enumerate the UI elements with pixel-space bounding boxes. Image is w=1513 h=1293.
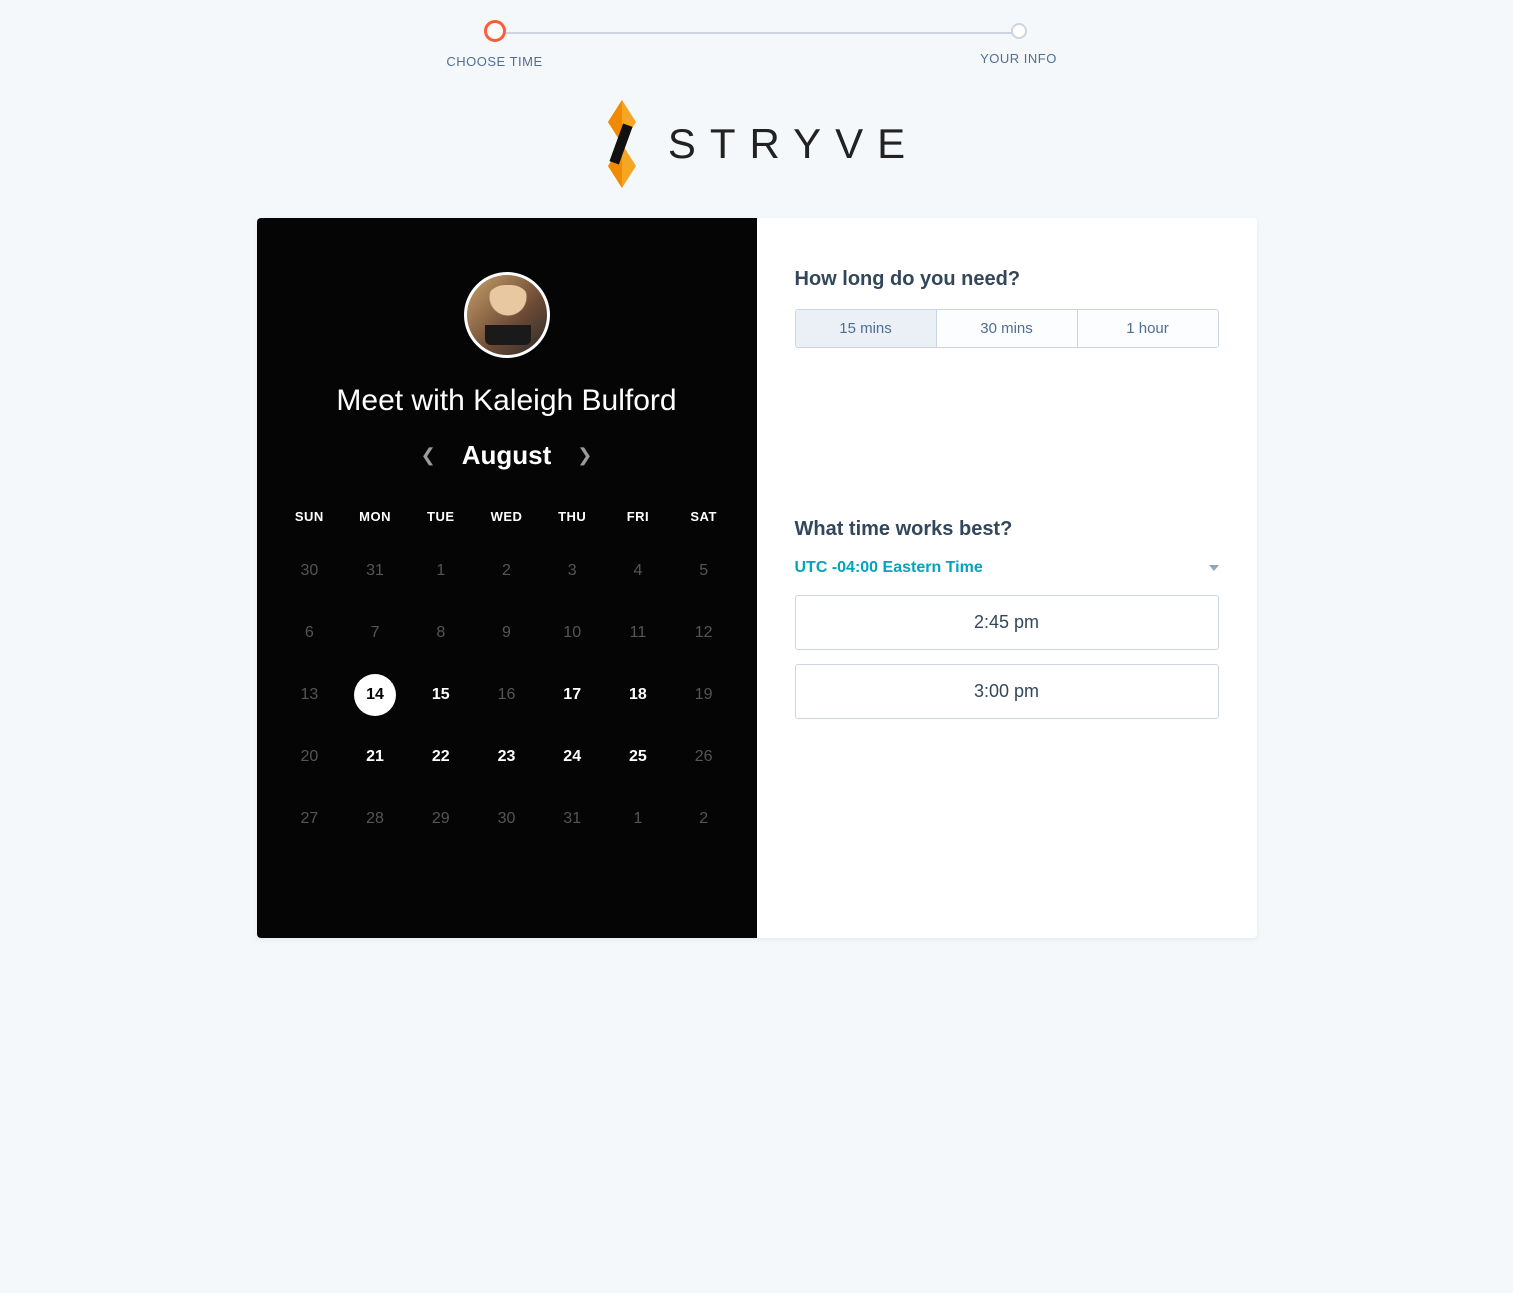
calendar-day: 1 — [408, 540, 474, 602]
calendar-day: 8 — [408, 602, 474, 664]
prev-month-button[interactable]: ❮ — [415, 441, 442, 470]
time-selection-panel: How long do you need? 15 mins30 mins1 ho… — [757, 218, 1257, 938]
calendar-day[interactable]: 24 — [539, 726, 605, 788]
calendar-day[interactable]: 21 — [342, 726, 408, 788]
host-avatar — [464, 272, 550, 358]
weekday-label: SAT — [671, 501, 737, 540]
time-options-list: 2:45 pm 3:00 pm — [795, 595, 1219, 719]
calendar-day: 4 — [605, 540, 671, 602]
calendar-day: 26 — [671, 726, 737, 788]
stepper-circle-inactive — [1011, 23, 1027, 39]
calendar-day: 3 — [539, 540, 605, 602]
calendar-day: 10 — [539, 602, 605, 664]
stryve-mark-icon — [594, 100, 650, 188]
stepper-label: YOUR INFO — [961, 51, 1077, 66]
progress-stepper: CHOOSE TIME YOUR INFO — [437, 20, 1077, 90]
weekday-label: THU — [539, 501, 605, 540]
timezone-selector[interactable]: UTC -04:00 Eastern Time — [795, 559, 1219, 577]
next-month-button[interactable]: ❯ — [571, 441, 598, 470]
duration-option[interactable]: 30 mins — [936, 310, 1077, 347]
calendar-day: 16 — [474, 664, 540, 726]
weekday-label: SUN — [277, 501, 343, 540]
calendar-day[interactable]: 14 — [342, 664, 408, 726]
calendar-day: 2 — [671, 788, 737, 850]
stepper-step-your-info: YOUR INFO — [961, 20, 1077, 66]
calendar-day[interactable]: 22 — [408, 726, 474, 788]
calendar-day[interactable]: 15 — [408, 664, 474, 726]
calendar-day: 12 — [671, 602, 737, 664]
calendar-day: 1 — [605, 788, 671, 850]
calendar-row: 303112345 — [277, 540, 737, 602]
duration-option[interactable]: 1 hour — [1077, 310, 1218, 347]
month-navigation: ❮ August ❯ — [277, 440, 737, 471]
current-month: August — [462, 440, 552, 471]
time-option[interactable]: 2:45 pm — [795, 595, 1219, 650]
calendar-day[interactable]: 23 — [474, 726, 540, 788]
meeting-title: Meet with Kaleigh Bulford — [277, 384, 737, 418]
stepper-circle-active — [484, 20, 506, 42]
calendar-day: 6 — [277, 602, 343, 664]
calendar-day[interactable]: 17 — [539, 664, 605, 726]
weekday-label: FRI — [605, 501, 671, 540]
calendar-day: 28 — [342, 788, 408, 850]
calendar-day-selected[interactable]: 14 — [354, 674, 396, 716]
weekday-label: WED — [474, 501, 540, 540]
duration-question: How long do you need? — [795, 268, 1219, 291]
stepper-label: CHOOSE TIME — [437, 54, 553, 69]
calendar-grid: SUNMONTUEWEDTHUFRISAT 303112345678910111… — [277, 501, 737, 850]
calendar-day: 30 — [474, 788, 540, 850]
calendar-day: 27 — [277, 788, 343, 850]
calendar-day[interactable]: 25 — [605, 726, 671, 788]
calendar-day: 5 — [671, 540, 737, 602]
timezone-label: UTC -04:00 Eastern Time — [795, 559, 983, 577]
calendar-weekday-header: SUNMONTUEWEDTHUFRISAT — [277, 501, 737, 540]
stepper-step-choose-time: CHOOSE TIME — [437, 20, 553, 69]
weekday-label: TUE — [408, 501, 474, 540]
scheduler-card: Meet with Kaleigh Bulford ❮ August ❯ SUN… — [257, 218, 1257, 938]
calendar-day: 30 — [277, 540, 343, 602]
brand-wordmark: STRYVE — [668, 120, 919, 168]
calendar-row: 6789101112 — [277, 602, 737, 664]
time-question: What time works best? — [795, 518, 1219, 541]
calendar-day: 31 — [539, 788, 605, 850]
calendar-day: 7 — [342, 602, 408, 664]
calendar-row: 20212223242526 — [277, 726, 737, 788]
calendar-row: 13 14 1516171819 — [277, 664, 737, 726]
calendar-panel: Meet with Kaleigh Bulford ❮ August ❯ SUN… — [257, 218, 757, 938]
calendar-day: 2 — [474, 540, 540, 602]
calendar-day: 31 — [342, 540, 408, 602]
stepper-line — [495, 32, 1019, 34]
calendar-day: 11 — [605, 602, 671, 664]
calendar-body: 3031123456789101112131415161718192021222… — [277, 540, 737, 850]
time-option[interactable]: 3:00 pm — [795, 664, 1219, 719]
duration-option[interactable]: 15 mins — [796, 310, 936, 347]
caret-down-icon — [1209, 565, 1219, 571]
calendar-day: 9 — [474, 602, 540, 664]
calendar-day: 29 — [408, 788, 474, 850]
calendar-day: 19 — [671, 664, 737, 726]
calendar-day[interactable]: 18 — [605, 664, 671, 726]
brand-logo: STRYVE — [0, 100, 1513, 188]
calendar-row: 272829303112 — [277, 788, 737, 850]
duration-options: 15 mins30 mins1 hour — [795, 309, 1219, 348]
calendar-day: 13 — [277, 664, 343, 726]
weekday-label: MON — [342, 501, 408, 540]
calendar-day: 20 — [277, 726, 343, 788]
